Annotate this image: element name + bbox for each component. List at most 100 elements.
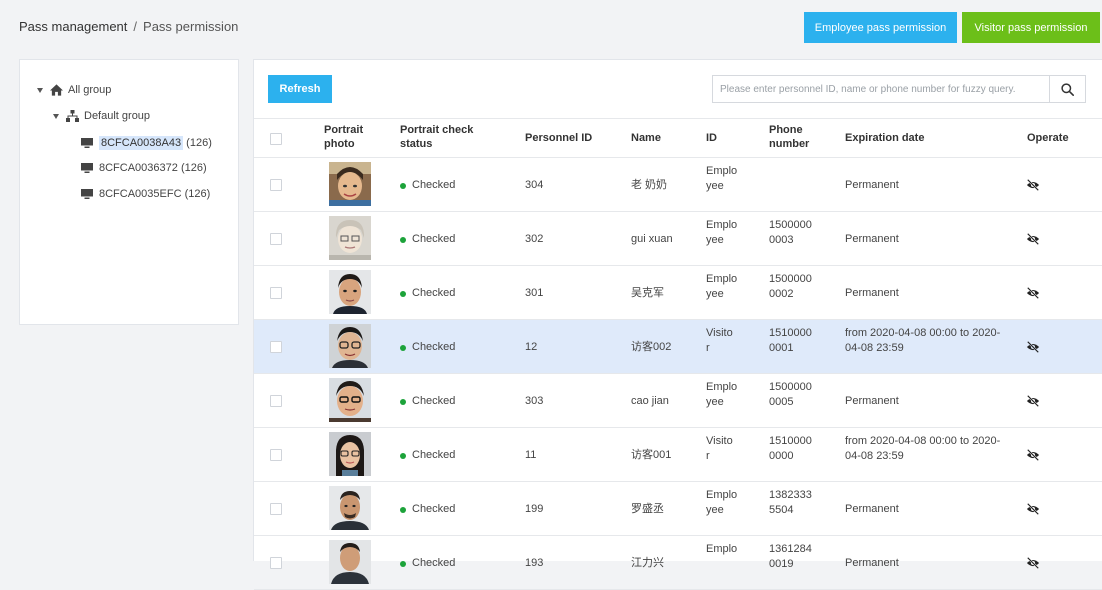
- visibility-off-icon[interactable]: [1026, 394, 1040, 408]
- id-type: Emplo yee: [706, 489, 738, 516]
- device-count: (126): [184, 188, 211, 200]
- row-checkbox[interactable]: [270, 449, 282, 461]
- portrait-photo: [329, 540, 371, 584]
- visibility-off-icon[interactable]: [1026, 556, 1040, 570]
- status-dot: [400, 560, 406, 567]
- row-checkbox[interactable]: [270, 503, 282, 515]
- status-dot: [400, 398, 406, 405]
- id-type: Visito r: [706, 327, 733, 354]
- table-row[interactable]: Checked 302 gui xuan Emplo yee 1500000 000…: [254, 212, 1102, 266]
- select-all-checkbox[interactable]: [270, 133, 282, 145]
- phone-number: 1361284 0019: [769, 543, 812, 570]
- person-name: 访客002: [631, 341, 672, 353]
- monitor-icon: [81, 138, 93, 148]
- row-checkbox[interactable]: [270, 341, 282, 353]
- refresh-button[interactable]: Refresh: [268, 75, 332, 103]
- expand-caret-icon[interactable]: [37, 87, 43, 93]
- personnel-id: 302: [525, 233, 544, 245]
- personnel-id: 199: [525, 503, 544, 515]
- portrait-photo: [329, 270, 371, 314]
- monitor-icon: [81, 163, 93, 173]
- person-name: 罗盛丞: [631, 503, 664, 515]
- check-status: Checked: [400, 178, 455, 193]
- search-button[interactable]: [1049, 76, 1085, 102]
- header-expiration-date: Expiration date: [845, 132, 925, 144]
- header-operate: Operate: [1027, 132, 1069, 144]
- expiration-date: Permanent: [845, 233, 899, 245]
- expiration-date: Permanent: [845, 287, 899, 299]
- table-row[interactable]: Checked 303 cao jian Emplo yee 1500000 000…: [254, 374, 1102, 428]
- row-checkbox[interactable]: [270, 557, 282, 569]
- header-name: Name: [631, 132, 661, 144]
- row-checkbox[interactable]: [270, 395, 282, 407]
- device-count: (126): [180, 162, 207, 174]
- personnel-id: 303: [525, 395, 544, 407]
- check-status: Checked: [400, 340, 455, 355]
- phone-number: 1500000 0002: [769, 273, 812, 300]
- breadcrumb-separator: /: [133, 19, 138, 34]
- table-row[interactable]: Checked 301 吴克军 Emplo yee 1500000 0002 Per…: [254, 266, 1102, 320]
- permission-table-panel: Refresh Portraitphoto Portrait checkstat…: [253, 59, 1102, 590]
- person-name: cao jian: [631, 395, 669, 407]
- status-dot: [400, 236, 406, 243]
- table-header: Portrait photo Portrait check status Perso…: [254, 118, 1102, 158]
- table-row[interactable]: Checked 12 访客002 Visito r 1510000 0001 fro…: [254, 320, 1102, 374]
- expand-caret-icon[interactable]: [53, 113, 59, 119]
- device-id: 8CFCA0036372: [99, 162, 178, 174]
- tree-node-label: All group: [68, 84, 112, 96]
- tree-node-all-group[interactable]: All group: [37, 84, 111, 96]
- personnel-id: 193: [525, 557, 544, 569]
- row-checkbox[interactable]: [270, 179, 282, 191]
- id-type: Visito r: [706, 435, 733, 462]
- tree-node-default-group[interactable]: Default group: [53, 110, 150, 122]
- device-id: 8CFCA0035EFC: [99, 188, 182, 200]
- expiration-date: Permanent: [845, 557, 899, 569]
- table-row[interactable]: Checked 304 老 奶奶 Emplo yee Permanent: [254, 158, 1102, 212]
- visibility-off-icon[interactable]: [1026, 178, 1040, 192]
- personnel-id: 12: [525, 341, 538, 353]
- expiration-date: from 2020-04-08 00:00 to 2020- 04-08 23:5…: [845, 327, 1001, 354]
- row-checkbox[interactable]: [270, 287, 282, 299]
- portrait-photo: [329, 432, 371, 476]
- visibility-off-icon[interactable]: [1026, 286, 1040, 300]
- employee-pass-permission-button[interactable]: Employee pass permission: [804, 12, 957, 43]
- status-dot: [400, 290, 406, 297]
- visibility-off-icon[interactable]: [1026, 232, 1040, 246]
- check-status: Checked: [400, 502, 455, 517]
- status-dot: [400, 452, 406, 459]
- visibility-off-icon[interactable]: [1026, 340, 1040, 354]
- check-status: Checked: [400, 394, 455, 409]
- phone-number: 1510000 0000: [769, 435, 812, 462]
- top-bar: Pass management / Pass permission Employee…: [0, 0, 1102, 52]
- tree-node-label: Default group: [84, 110, 151, 122]
- visibility-off-icon[interactable]: [1026, 502, 1040, 516]
- row-checkbox[interactable]: [270, 233, 282, 245]
- status-dot: [400, 506, 406, 513]
- search-input[interactable]: [713, 76, 1051, 102]
- header-id: ID: [706, 132, 717, 144]
- table-row[interactable]: Checked 193 江力兴 Emplo 1361284 0019 Perman…: [254, 536, 1102, 590]
- visibility-off-icon[interactable]: [1026, 448, 1040, 462]
- tree-device-item[interactable]: 8CFCA0036372 (126): [81, 162, 207, 174]
- portrait-photo: [329, 486, 371, 530]
- table-row[interactable]: Checked 199 罗盛丞 Emplo yee 1382333 5504 Per…: [254, 482, 1102, 536]
- tree-device-item[interactable]: 8CFCA0038A43 (126): [81, 136, 212, 150]
- id-type: Emplo: [706, 543, 738, 555]
- device-count: (126): [186, 137, 212, 149]
- expiration-date: Permanent: [845, 395, 899, 407]
- breadcrumb-current: Pass permission: [143, 19, 239, 34]
- visitor-pass-permission-button[interactable]: Visitor pass permission: [962, 12, 1100, 43]
- id-type: Emplo yee: [706, 165, 738, 192]
- breadcrumb-root[interactable]: Pass management: [19, 19, 127, 34]
- home-icon: [50, 84, 63, 96]
- person-name: 老 奶奶: [631, 179, 668, 191]
- phone-number: 1500000 0003: [769, 219, 812, 246]
- group-tree: All group Default group 8CFCA0038A43 (12…: [19, 59, 239, 325]
- person-name: gui xuan: [631, 233, 673, 245]
- phone-number: 1382333 5504: [769, 489, 812, 516]
- header-phone-number: Phone number: [769, 124, 810, 150]
- table-row[interactable]: Checked 11 访客001 Visito r 1510000 0000 fro…: [254, 428, 1102, 482]
- personnel-id: 301: [525, 287, 544, 299]
- tree-device-item[interactable]: 8CFCA0035EFC (126): [81, 188, 210, 200]
- search-icon: [1061, 82, 1074, 96]
